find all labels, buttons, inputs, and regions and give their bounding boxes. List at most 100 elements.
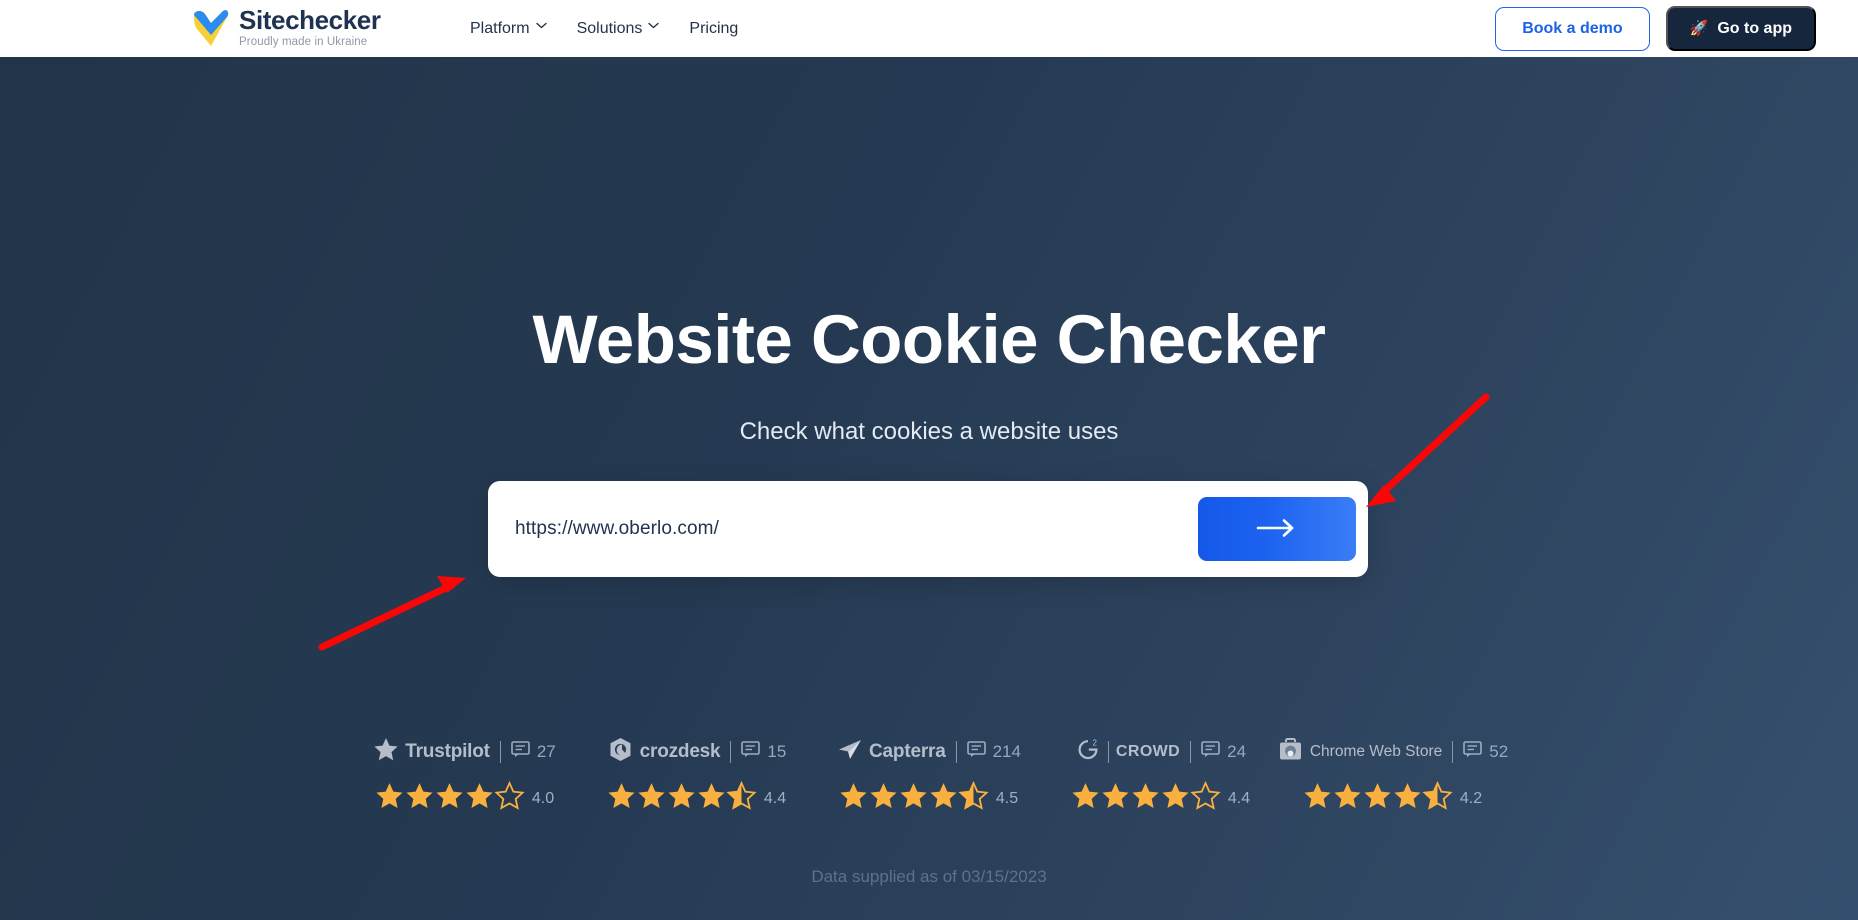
review-score: 4.2 — [1459, 789, 1483, 807]
star-half-icon — [1422, 780, 1453, 814]
chrome-web-store-icon — [1278, 737, 1303, 767]
divider — [955, 741, 957, 763]
logo-tagline: Proudly made in Ukraine — [239, 36, 368, 48]
site-header: Sitechecker Proudly made in Ukraine Plat… — [0, 0, 1858, 57]
trustpilot-star-icon — [374, 738, 398, 766]
rating-stars: 4.5 — [840, 780, 1018, 814]
review-brand-name: CROWD — [1115, 743, 1181, 760]
nav-label-pricing: Pricing — [689, 20, 739, 37]
review-score: 4.0 — [531, 789, 555, 807]
star-empty-icon — [1190, 780, 1221, 814]
arrow-to-submit-button — [1366, 393, 1490, 507]
star-filled-icon — [376, 783, 403, 814]
review-brand: 2 CROWD — [1076, 738, 1180, 767]
book-demo-button[interactable]: Book a demo — [1495, 6, 1650, 51]
divider — [1107, 741, 1109, 763]
rating-stars: 4.4 — [608, 780, 787, 814]
review-brand: crozdesk — [608, 737, 721, 767]
star-filled-icon — [840, 783, 867, 814]
rating-stars: 4.4 — [1072, 780, 1251, 814]
star-filled-icon — [638, 783, 665, 814]
rating-stars: 4.0 — [376, 780, 555, 814]
review-count: 214 — [992, 742, 1021, 761]
star-filled-icon — [870, 783, 897, 814]
star-filled-icon — [436, 783, 463, 814]
logo[interactable]: Sitechecker Proudly made in Ukraine — [192, 6, 381, 49]
review-brand: Chrome Web Store — [1278, 737, 1443, 767]
page-title: Website Cookie Checker — [532, 301, 1326, 378]
review-header: Trustpilot 27 — [374, 737, 556, 767]
ukraine-heart-check-icon — [192, 9, 230, 49]
nav-item-solutions[interactable]: Solutions — [576, 19, 660, 38]
star-filled-icon — [1304, 783, 1331, 814]
data-supplied-note: Data supplied as of 03/15/2023 — [811, 867, 1047, 886]
svg-text:2: 2 — [1092, 738, 1097, 747]
review-score: 4.4 — [1227, 789, 1251, 807]
review-header: 2 CROWD 24 — [1076, 737, 1246, 767]
rating-stars: 4.2 — [1304, 780, 1483, 814]
review-item-trustpilot: Trustpilot 27 4.0 — [349, 737, 581, 814]
review-item-capterra: Capterra 214 4.5 — [813, 737, 1045, 814]
star-filled-icon — [1072, 783, 1099, 814]
divider — [730, 741, 732, 763]
star-filled-icon — [1162, 783, 1189, 814]
divider — [499, 741, 501, 763]
review-count: 15 — [767, 742, 787, 761]
review-count-group: 27 — [511, 741, 556, 763]
submit-url-button[interactable] — [1198, 497, 1356, 561]
go-to-app-button[interactable]: 🚀 Go to app — [1665, 6, 1816, 51]
comment-icon — [741, 741, 761, 763]
nav-item-platform[interactable]: Platform — [470, 19, 547, 38]
star-filled-icon — [1364, 783, 1391, 814]
star-empty-icon — [494, 780, 525, 814]
star-filled-icon — [466, 783, 493, 814]
hero-section: Website Cookie Checker Check what cookie… — [0, 57, 1858, 920]
comment-icon — [966, 741, 986, 763]
arrow-right-icon — [1256, 518, 1298, 541]
review-header: Capterra 214 — [837, 737, 1021, 767]
review-brand: Capterra — [837, 739, 946, 766]
star-filled-icon — [1102, 783, 1129, 814]
star-filled-icon — [1334, 783, 1361, 814]
divider — [1452, 741, 1454, 763]
url-search-box — [488, 481, 1368, 577]
reviews-strip: Trustpilot 27 4.0 crozdesk 15 4.4 Capter… — [0, 737, 1858, 814]
review-count-group: 15 — [741, 741, 786, 763]
star-half-icon — [726, 780, 757, 814]
review-count-group: 24 — [1201, 741, 1246, 763]
review-item-g2crowd: 2 CROWD 24 4.4 — [1045, 737, 1277, 814]
review-count: 52 — [1489, 742, 1509, 761]
divider — [1190, 741, 1192, 763]
review-count-group: 52 — [1463, 741, 1508, 763]
review-item-chrome-web-store: Chrome Web Store 52 4.2 — [1277, 737, 1509, 814]
header-actions: Book a demo 🚀 Go to app — [1495, 0, 1816, 57]
primary-nav: Platform Solutions Pricing — [470, 0, 738, 57]
star-filled-icon — [1132, 783, 1159, 814]
logo-name: Sitechecker — [239, 5, 381, 35]
page-subtitle: Check what cookies a website uses — [739, 418, 1119, 445]
go-to-app-label: Go to app — [1717, 19, 1792, 37]
review-brand-name: Chrome Web Store — [1309, 743, 1443, 760]
review-brand-name: Trustpilot — [405, 741, 490, 762]
search-input[interactable] — [515, 518, 1198, 540]
review-count: 27 — [536, 742, 556, 761]
nav-label-solutions: Solutions — [576, 20, 643, 37]
arrow-to-input — [318, 576, 466, 651]
star-filled-icon — [1394, 783, 1421, 814]
star-filled-icon — [698, 783, 725, 814]
review-count-group: 214 — [966, 741, 1021, 763]
nav-item-pricing[interactable]: Pricing — [689, 19, 738, 38]
star-filled-icon — [406, 783, 433, 814]
nav-label-platform: Platform — [470, 20, 530, 37]
review-score: 4.4 — [763, 789, 787, 807]
chevron-down-icon — [535, 22, 547, 31]
review-header: Chrome Web Store 52 — [1278, 737, 1508, 767]
crozdesk-icon — [608, 737, 633, 767]
star-half-icon — [958, 780, 989, 814]
comment-icon — [511, 741, 530, 763]
comment-icon — [1201, 741, 1220, 763]
page-root: Sitechecker Proudly made in Ukraine Plat… — [0, 0, 1858, 920]
capterra-icon — [837, 739, 862, 766]
g2-crowd-icon: 2 — [1076, 738, 1101, 767]
review-header: crozdesk 15 — [608, 737, 786, 767]
